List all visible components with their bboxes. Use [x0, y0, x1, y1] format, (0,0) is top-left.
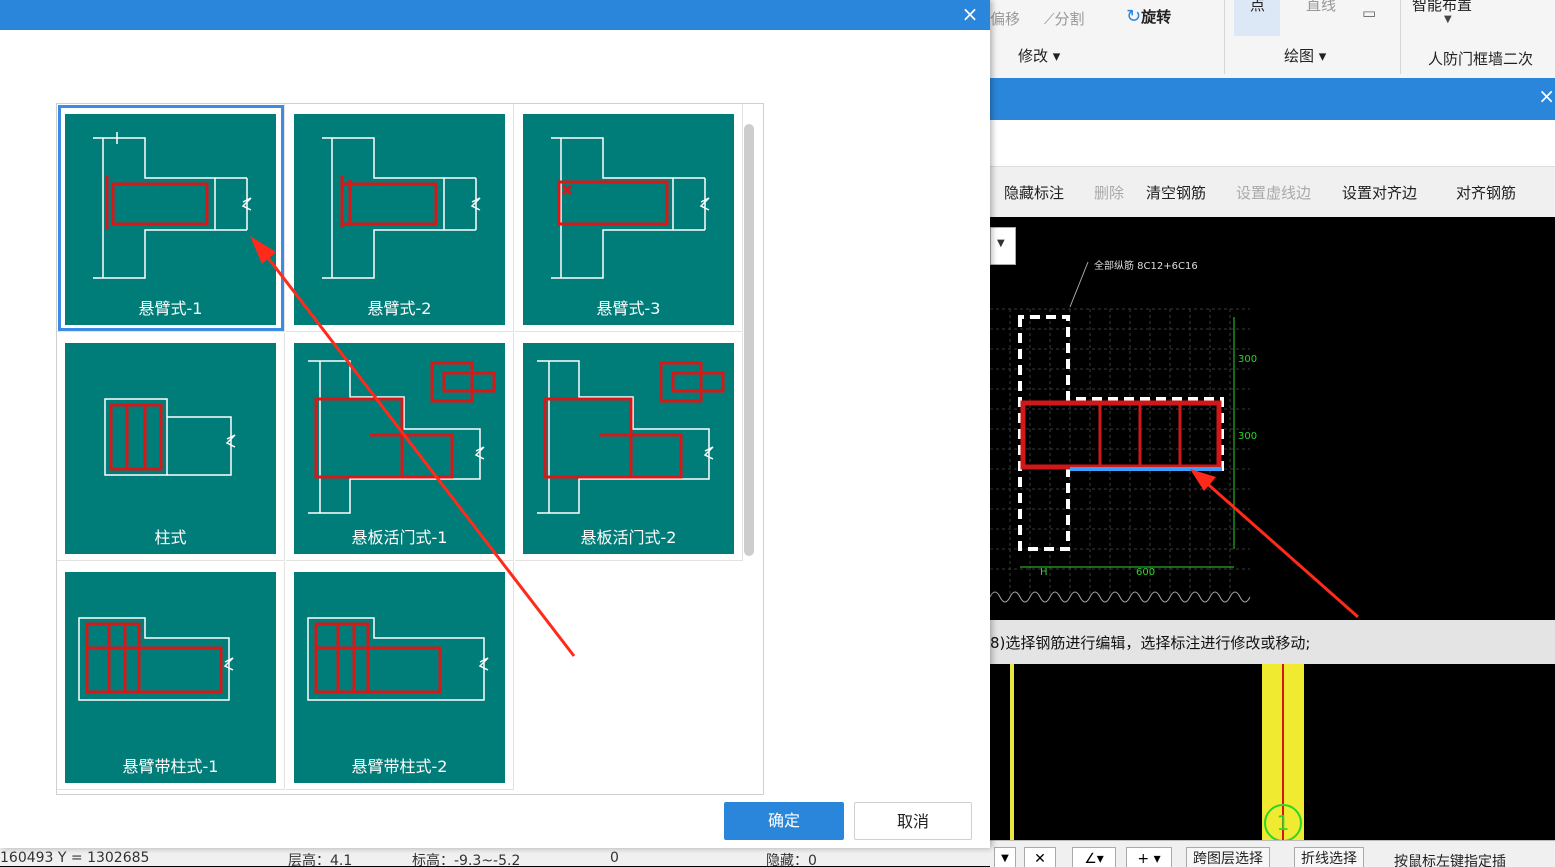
dimension-300-top: 300	[1238, 354, 1257, 365]
editor-status-bar: 8)选择钢筋进行编辑，选择标注进行修改或移动;	[990, 620, 1555, 664]
clear-rebar-button[interactable]: 清空钢筋	[1146, 182, 1206, 203]
split-button[interactable]: ⟋分割	[1044, 8, 1085, 29]
hidden-count: 隐藏：0	[766, 853, 817, 866]
main-status-bar: 160493 Y = 1302685 层高：4.1 标高：-9.3~-5.2 0…	[0, 848, 990, 866]
point-button[interactable]: 点	[1234, 0, 1280, 36]
rebar-editor-toolbar: 隐藏标注 删除 清空钢筋 设置虚线边 设置对齐边 对齐钢筋	[990, 166, 1555, 218]
rectangle-icon[interactable]: ▭	[1362, 4, 1376, 22]
editor-close-icon[interactable]: ×	[1538, 84, 1555, 108]
ribbon-divider	[1224, 0, 1225, 74]
intersect-snap-icon[interactable]: ✕	[1024, 847, 1056, 867]
rotate-icon: ↻	[1126, 6, 1142, 27]
cancel-button[interactable]: 取消	[854, 802, 972, 840]
draw-group-dropdown[interactable]: 绘图 ▾	[1284, 45, 1326, 66]
chevron-down-icon: ▼	[997, 238, 1005, 249]
split-label: 分割	[1054, 10, 1085, 28]
ribbon: 偏移 ⟋分割 ↻旋转 修改 ▾ 点 直线 ▭ 绘图 ▾ 智能布置 ▼ 人防门框墙…	[990, 0, 1555, 79]
set-align-edge-button[interactable]: 设置对齐边	[1342, 182, 1417, 203]
annotation-arrow	[260, 249, 576, 657]
elevation-range: 标高：-9.3~-5.2	[412, 853, 521, 866]
annotation-overlay	[250, 236, 576, 657]
annotation-arrow	[1201, 477, 1359, 619]
hide-annotation-button[interactable]: 隐藏标注	[1004, 182, 1064, 203]
civil-defense-frame-wall-button[interactable]: 人防门框墙二次	[1428, 48, 1533, 69]
modify-group-label: 修改	[1018, 47, 1049, 65]
editor-title-bar: ×	[990, 78, 1555, 120]
status-zero: 0	[610, 850, 619, 866]
chevron-down-icon[interactable]: ▼	[994, 847, 1016, 867]
offset-button[interactable]: 偏移	[990, 8, 1020, 29]
split-icon: ⟋	[1044, 10, 1055, 28]
axis-line	[1010, 664, 1014, 840]
longitudinal-rebar-note: 全部纵筋 8C12+6C16	[1094, 259, 1198, 272]
rebar-drawing-canvas[interactable]: ▼ 全部纵筋 8C12+6C16 300 300 600 H	[990, 217, 1555, 620]
chevron-down-icon: ▾	[1052, 47, 1061, 65]
polyline-select-button[interactable]: 折线选择	[1294, 847, 1364, 867]
dimension-h: H	[1040, 567, 1048, 578]
angle-snap-icon[interactable]: ∠▾	[1072, 847, 1116, 867]
canvas-dropdown[interactable]: ▼	[990, 227, 1016, 265]
align-rebar-button[interactable]: 对齐钢筋	[1456, 182, 1516, 203]
dimension-300-mid: 300	[1238, 431, 1257, 442]
ribbon-divider	[1400, 0, 1401, 74]
status-text: 8)选择钢筋进行编辑，选择标注进行修改或移动;	[990, 634, 1311, 652]
wall-type-dialog: × 悬臂式-1 悬臂式-2 悬臂式-3 柱式 悬板活门式-1 悬板活门式-2 悬…	[0, 0, 990, 848]
cross-section-drawing: 全部纵筋 8C12+6C16 300 300 600 H	[990, 259, 1359, 619]
ok-button[interactable]: 确定	[724, 802, 844, 840]
point-label: 点	[1250, 0, 1266, 14]
rotate-button[interactable]: ↻旋转	[1126, 6, 1171, 27]
draw-group-label: 绘图	[1284, 47, 1315, 65]
set-dashed-edge-button[interactable]: 设置虚线边	[1236, 182, 1311, 203]
plus-snap-icon[interactable]: + ▾	[1126, 847, 1172, 867]
axis-marker: 1	[1264, 804, 1302, 840]
cursor-coordinates: 160493 Y = 1302685	[0, 850, 150, 866]
floor-height: 层高：4.1	[288, 853, 353, 866]
smart-layout-button[interactable]: 智能布置	[1412, 0, 1472, 15]
editor-blank-area	[990, 120, 1555, 166]
arrow-head-icon	[250, 236, 276, 264]
plan-view-canvas[interactable]: 1	[990, 664, 1555, 840]
rotate-label: 旋转	[1141, 8, 1172, 26]
delete-button[interactable]: 删除	[1094, 182, 1124, 203]
line-button[interactable]: 直线	[1306, 0, 1336, 15]
chevron-down-icon: ▾	[1318, 47, 1327, 65]
bottom-status-bar: ▼ ✕ ∠▾ + ▾ 跨图层选择 折线选择 按鼠标左键指定插	[990, 840, 1555, 867]
dimension-600: 600	[1136, 567, 1155, 578]
chevron-down-icon[interactable]: ▼	[1444, 14, 1452, 25]
cross-layer-select-button[interactable]: 跨图层选择	[1186, 847, 1270, 867]
command-prompt: 按鼠标左键指定插	[1394, 854, 1506, 867]
modify-group-dropdown[interactable]: 修改 ▾	[1018, 45, 1060, 66]
